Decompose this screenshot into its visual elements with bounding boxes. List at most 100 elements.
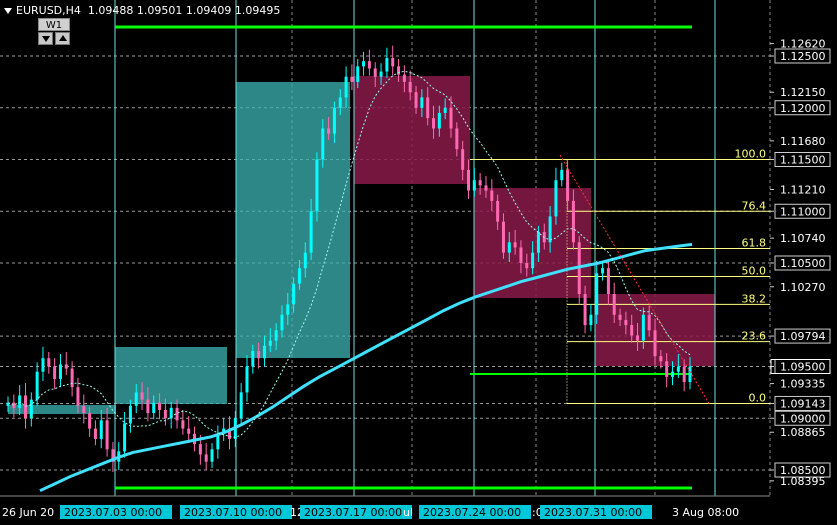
- candle-body: [653, 330, 657, 357]
- candle-body: [99, 420, 103, 439]
- candle[interactable]: [239, 383, 243, 425]
- candle[interactable]: [29, 392, 33, 427]
- candle[interactable]: [216, 425, 220, 459]
- candle-body: [82, 405, 86, 414]
- teal-range-box[interactable]: [236, 82, 350, 358]
- candle-body: [647, 314, 651, 331]
- candle-body: [420, 97, 424, 108]
- pink-range-box[interactable]: [354, 76, 470, 184]
- candle[interactable]: [204, 443, 208, 470]
- time-label: 2023.07.10 00:00: [184, 506, 282, 519]
- candle-body: [432, 118, 436, 129]
- chart-header: EURUSD,H4 1.09488 1.09501 1.09409 1.0949…: [4, 4, 280, 17]
- candle-body: [297, 268, 301, 284]
- candle[interactable]: [362, 51, 366, 76]
- candle-body: [123, 423, 127, 452]
- candle[interactable]: [111, 442, 115, 473]
- candle-body: [630, 325, 634, 336]
- candle[interactable]: [391, 45, 395, 76]
- candle-body: [204, 454, 208, 462]
- candle[interactable]: [245, 355, 249, 402]
- price-label: 1.11680: [780, 135, 826, 148]
- candle-body: [70, 368, 74, 388]
- candle[interactable]: [58, 354, 62, 388]
- teal-range-box[interactable]: [115, 347, 227, 404]
- candle-body: [595, 273, 599, 315]
- candle-body: [426, 97, 430, 119]
- candle[interactable]: [210, 443, 214, 468]
- candle[interactable]: [82, 394, 86, 424]
- price-label: 1.09500: [780, 361, 826, 374]
- candle[interactable]: [601, 260, 605, 281]
- candle[interactable]: [47, 352, 51, 374]
- candle-body: [251, 350, 255, 367]
- candle-body: [501, 221, 505, 253]
- candle[interactable]: [53, 358, 57, 390]
- candle-body: [181, 420, 185, 429]
- candle-body: [58, 364, 62, 379]
- candle-body: [391, 58, 395, 67]
- fib-label: 76.4: [742, 199, 767, 212]
- candle[interactable]: [560, 162, 564, 187]
- price-label: 1.09143: [780, 397, 826, 410]
- price-label: 1.08395: [780, 475, 826, 488]
- candle[interactable]: [554, 167, 558, 225]
- candle[interactable]: [228, 416, 232, 450]
- price-label: 1.10740: [780, 232, 826, 245]
- candle-body: [152, 402, 156, 414]
- time-label: 3 Aug 08:00: [672, 506, 739, 519]
- candle-body: [676, 366, 680, 372]
- candle-body: [88, 413, 92, 429]
- candle-body: [356, 66, 360, 82]
- candle[interactable]: [222, 418, 226, 442]
- candle[interactable]: [41, 346, 45, 381]
- candle-body: [641, 314, 645, 341]
- candle[interactable]: [589, 304, 593, 332]
- price-chart[interactable]: 100.076.461.850.038.223.60.01.126201.125…: [0, 0, 837, 525]
- timeframe-down-button[interactable]: [38, 32, 53, 45]
- candle-body: [490, 190, 494, 201]
- candle[interactable]: [35, 362, 39, 406]
- candle[interactable]: [367, 49, 371, 76]
- candle-body: [636, 335, 640, 341]
- candle-body: [402, 74, 406, 82]
- candle[interactable]: [595, 260, 599, 325]
- candle-body: [659, 356, 663, 362]
- timeframe-up-button[interactable]: [55, 32, 70, 45]
- candle-body: [478, 180, 482, 186]
- time-label: 2023.07.17 00:00: [304, 506, 402, 519]
- candle[interactable]: [315, 152, 319, 222]
- fib-label: 50.0: [742, 264, 767, 277]
- candle[interactable]: [350, 64, 354, 91]
- candle[interactable]: [123, 412, 127, 458]
- candle[interactable]: [181, 409, 185, 435]
- candle-body: [665, 361, 669, 377]
- candle[interactable]: [99, 409, 103, 449]
- candle[interactable]: [385, 47, 389, 78]
- candle[interactable]: [187, 416, 191, 444]
- price-label: 1.11500: [780, 154, 826, 167]
- candle-body: [525, 263, 529, 269]
- candle-body: [571, 200, 575, 243]
- collapse-triangle-icon[interactable]: [4, 8, 12, 14]
- candle-body: [245, 366, 249, 393]
- candle-body: [257, 350, 261, 359]
- price-label: 1.12000: [780, 102, 826, 115]
- candle-body: [280, 314, 284, 331]
- price-label: 1.11000: [780, 205, 826, 218]
- price-label: 1.10500: [780, 257, 826, 270]
- price-label: 1.12500: [780, 50, 826, 63]
- candle-body: [362, 61, 366, 67]
- candle-body: [93, 428, 97, 439]
- candle-body: [461, 149, 465, 170]
- candle[interactable]: [105, 407, 109, 457]
- price-label: 1.11210: [780, 184, 826, 197]
- candle[interactable]: [93, 420, 97, 446]
- candle[interactable]: [64, 352, 68, 375]
- candle-body: [29, 399, 33, 419]
- candle[interactable]: [128, 399, 132, 433]
- candle-body: [671, 371, 675, 377]
- candle[interactable]: [169, 401, 173, 429]
- candle-body: [268, 340, 272, 346]
- candle-body: [519, 247, 523, 263]
